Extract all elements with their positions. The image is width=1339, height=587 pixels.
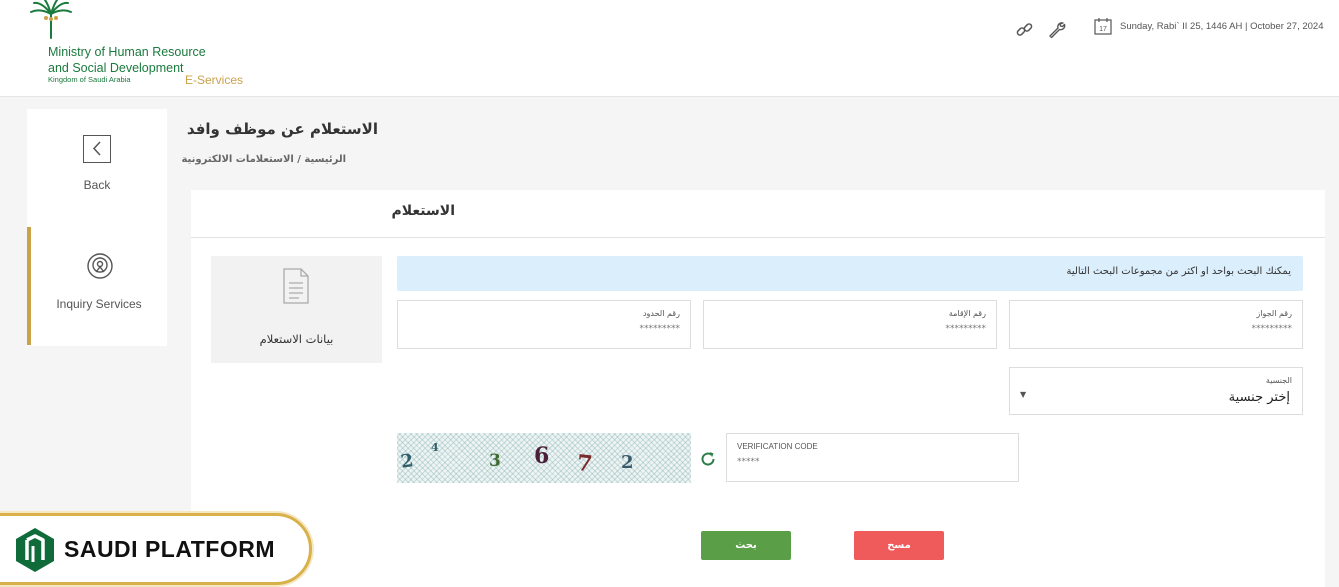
passport-number-field[interactable]: رقم الجواز (1009, 300, 1303, 349)
field-label: الجنسية (1265, 376, 1292, 385)
caret-down-icon: ▼ (1020, 390, 1027, 399)
calendar-day: 17 (1099, 26, 1107, 33)
saudi-platform-badge: SAUDI PLATFORM (0, 513, 312, 585)
document-icon (283, 268, 309, 304)
field-label: رقم الحدود (642, 309, 680, 318)
sidebar-item-label: Inquiry Services (56, 297, 142, 311)
iqama-number-input[interactable] (714, 324, 986, 334)
iqama-number-field[interactable]: رقم الإقامة (703, 300, 997, 349)
sidebar-item-inquiry-services[interactable]: Inquiry Services (27, 227, 167, 345)
refresh-captcha-icon[interactable] (699, 450, 717, 468)
current-date: Sunday, Rabi` II 25, 1446 AH | October 2… (1120, 21, 1324, 32)
calendar-icon: 17 (1094, 18, 1112, 35)
svg-text:2: 2 (621, 452, 634, 473)
saudi-platform-logo-icon (16, 528, 54, 572)
field-label: VERIFICATION CODE (737, 442, 818, 451)
svg-text:2: 2 (399, 450, 414, 473)
card-title: الاستعلام (391, 203, 456, 219)
ministry-name: Ministry of Human Resource and Social De… (48, 45, 206, 75)
eservices-label: E-Services (185, 73, 244, 87)
field-label: رقم الجواز (1256, 309, 1292, 318)
tile-label: بيانات الاستعلام (259, 332, 334, 346)
search-button[interactable]: بحث (701, 531, 791, 560)
captcha-image: 2 4 3 6 7 2 (397, 433, 691, 483)
svg-text:6: 6 (534, 443, 549, 469)
verification-code-input[interactable] (737, 457, 1008, 467)
kingdom-label: Kingdom of Saudi Arabia (48, 75, 131, 84)
divider (191, 237, 1325, 238)
verification-code-field[interactable]: VERIFICATION CODE (726, 433, 1019, 482)
breadcrumb[interactable]: الرئيسية / الاستعلامات الالكترونية (181, 154, 346, 165)
passport-number-input[interactable] (1020, 324, 1292, 334)
inquiry-card: الاستعلام بيانات الاستعلام يمكنك البحث ب… (191, 190, 1325, 587)
back-arrow-icon (83, 135, 111, 163)
saudi-platform-label: SAUDI PLATFORM (64, 536, 276, 562)
sidebar: Back Inquiry Services (27, 109, 167, 346)
svg-text:3: 3 (489, 451, 501, 471)
top-header: Ministry of Human Resource and Social De… (0, 0, 1339, 97)
inquiry-services-icon (87, 253, 113, 279)
sidebar-item-back[interactable]: Back (27, 109, 167, 227)
palm-logo-icon (30, 0, 72, 39)
border-number-input[interactable] (408, 324, 680, 334)
nationality-select[interactable]: الجنسية إختر جنسية ▼ (1009, 367, 1303, 415)
field-label: رقم الإقامة (948, 309, 986, 318)
border-number-field[interactable]: رقم الحدود (397, 300, 691, 349)
inquiry-data-tab[interactable]: بيانات الاستعلام (211, 256, 382, 363)
link-icon[interactable] (1015, 20, 1035, 40)
svg-text:7: 7 (576, 450, 594, 477)
info-text: يمكنك البحث بواحد او اكثر من مجموعات الب… (1066, 266, 1291, 277)
page-title: الاستعلام عن موظف وافد (186, 120, 378, 138)
svg-text:4: 4 (431, 441, 439, 454)
wrench-icon[interactable] (1047, 20, 1067, 40)
clear-button[interactable]: مسح (854, 531, 944, 560)
nationality-selected-value: إختر جنسية (1228, 390, 1290, 405)
sidebar-item-label: Back (83, 178, 111, 192)
info-alert: يمكنك البحث بواحد او اكثر من مجموعات الب… (397, 256, 1303, 291)
